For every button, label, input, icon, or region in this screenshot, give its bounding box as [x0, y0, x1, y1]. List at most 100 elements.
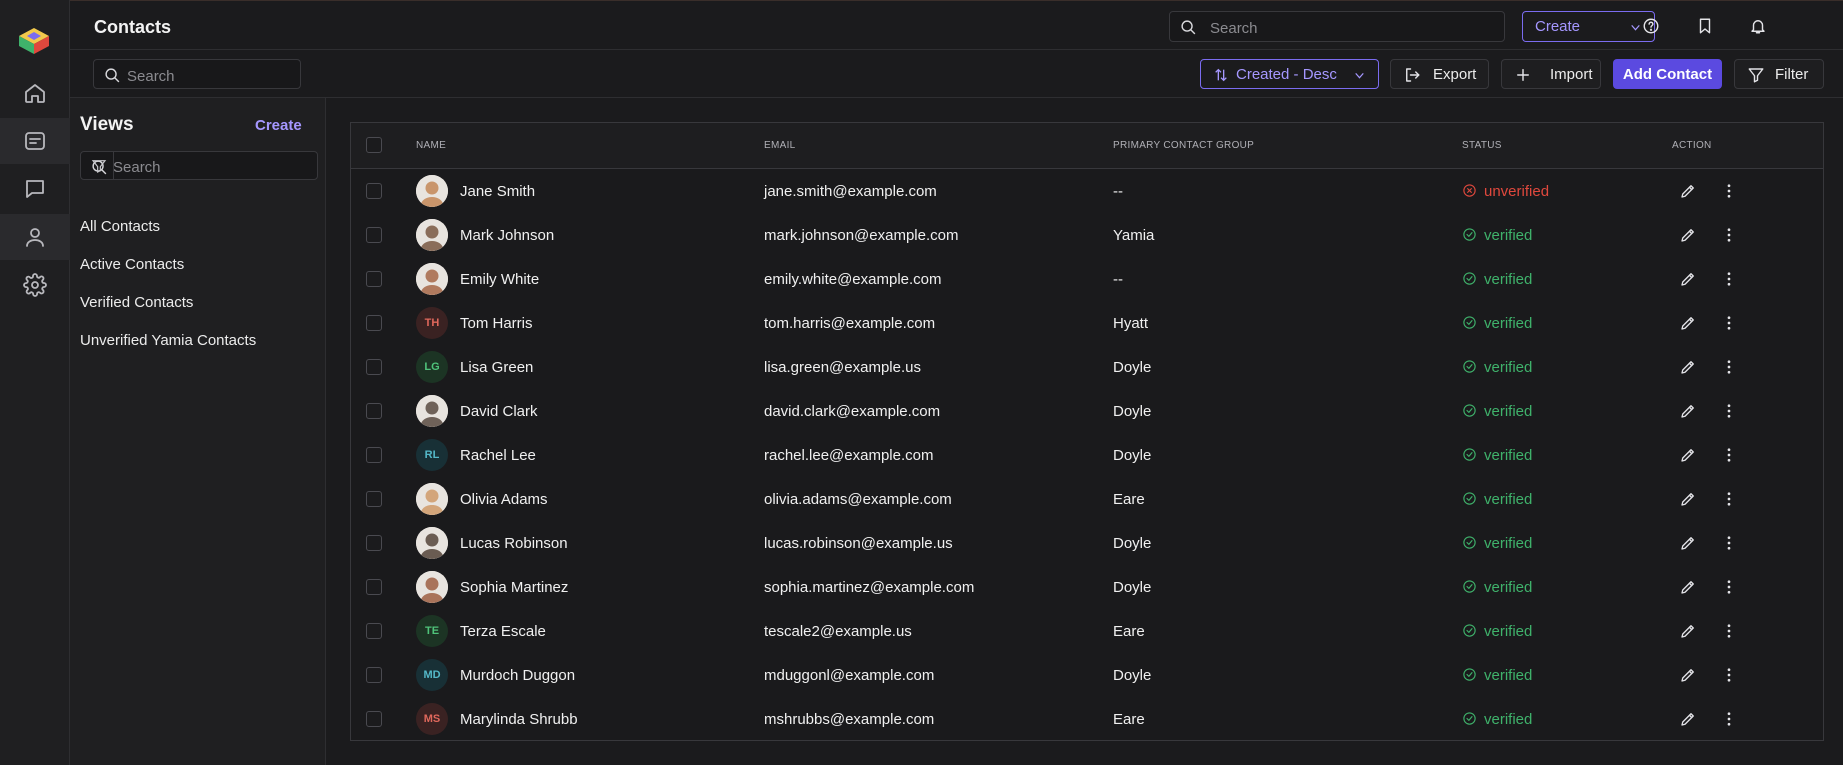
notifications-button[interactable]: [1746, 14, 1770, 38]
nav-notes[interactable]: [0, 118, 70, 164]
more-actions-button[interactable]: [1720, 534, 1738, 552]
column-header-status[interactable]: STATUS: [1462, 140, 1502, 151]
column-header-name[interactable]: NAME: [416, 140, 446, 151]
edit-button[interactable]: [1679, 226, 1697, 244]
more-actions-button[interactable]: [1720, 490, 1738, 508]
nav-settings[interactable]: [0, 262, 70, 308]
more-actions-button[interactable]: [1720, 446, 1738, 464]
edit-button[interactable]: [1679, 490, 1697, 508]
edit-button[interactable]: [1679, 402, 1697, 420]
more-actions-button[interactable]: [1720, 666, 1738, 684]
contact-name[interactable]: Sophia Martinez: [460, 579, 568, 596]
nav-home[interactable]: [0, 70, 70, 116]
contact-name[interactable]: Marylinda Shrubb: [460, 711, 578, 728]
table-row[interactable]: Emily White emily.white@example.com -- veri…: [351, 257, 1823, 301]
contact-name[interactable]: David Clark: [460, 403, 538, 420]
table-row[interactable]: TH Tom Harris tom.harris@example.com Hyatt v…: [351, 301, 1823, 345]
import-button[interactable]: Import: [1501, 59, 1601, 89]
contact-name[interactable]: Lucas Robinson: [460, 535, 568, 552]
views-search-input[interactable]: Search: [80, 151, 318, 180]
view-item-all-contacts[interactable]: All Contacts: [80, 218, 160, 235]
avatar: [416, 483, 448, 515]
row-checkbox[interactable]: [366, 667, 382, 683]
more-actions-button[interactable]: [1720, 622, 1738, 640]
nav-messages[interactable]: [0, 166, 70, 212]
more-actions-button[interactable]: [1720, 710, 1738, 728]
row-checkbox[interactable]: [366, 447, 382, 463]
edit-button[interactable]: [1679, 534, 1697, 552]
more-actions-button[interactable]: [1720, 314, 1738, 332]
view-item-verified-contacts[interactable]: Verified Contacts: [80, 294, 193, 311]
table-row[interactable]: Olivia Adams olivia.adams@example.com Eare…: [351, 477, 1823, 521]
more-actions-button[interactable]: [1720, 182, 1738, 200]
row-checkbox[interactable]: [366, 579, 382, 595]
contact-name[interactable]: Rachel Lee: [460, 447, 536, 464]
table-row[interactable]: MD Murdoch Duggon mduggonl@example.com Doyl…: [351, 653, 1823, 697]
help-button[interactable]: [1639, 14, 1663, 38]
create-dropdown-button[interactable]: Create: [1522, 11, 1655, 42]
contact-name[interactable]: Emily White: [460, 271, 539, 288]
edit-button[interactable]: [1679, 578, 1697, 596]
edit-button[interactable]: [1679, 314, 1697, 332]
sort-dropdown-button[interactable]: Created - Desc: [1200, 59, 1379, 89]
more-actions-button[interactable]: [1720, 270, 1738, 288]
contact-name[interactable]: Jane Smith: [460, 183, 535, 200]
table-row[interactable]: Sophia Martinez sophia.martinez@example.c…: [351, 565, 1823, 609]
more-vertical-icon: [1727, 316, 1731, 330]
more-actions-button[interactable]: [1720, 358, 1738, 376]
filter-icon[interactable]: [91, 158, 107, 174]
more-actions-button[interactable]: [1720, 226, 1738, 244]
contact-name[interactable]: Mark Johnson: [460, 227, 554, 244]
row-checkbox[interactable]: [366, 623, 382, 639]
table-row[interactable]: RL Rachel Lee rachel.lee@example.com Doyle v…: [351, 433, 1823, 477]
column-header-email[interactable]: EMAIL: [764, 140, 796, 151]
row-checkbox[interactable]: [366, 227, 382, 243]
table-row[interactable]: David Clark david.clark@example.com Doyle v…: [351, 389, 1823, 433]
column-header-group[interactable]: PRIMARY CONTACT GROUP: [1113, 140, 1254, 151]
contacts-search-input[interactable]: Search: [93, 59, 301, 89]
bookmark-button[interactable]: [1693, 14, 1717, 38]
row-checkbox[interactable]: [366, 315, 382, 331]
edit-button[interactable]: [1679, 710, 1697, 728]
more-actions-button[interactable]: [1720, 578, 1738, 596]
edit-button[interactable]: [1679, 270, 1697, 288]
edit-button[interactable]: [1679, 666, 1697, 684]
table-row[interactable]: Jane Smith jane.smith@example.com -- unveri…: [351, 169, 1823, 213]
contact-name[interactable]: Terza Escale: [460, 623, 546, 640]
create-view-link[interactable]: Create: [255, 117, 302, 134]
table-row[interactable]: TE Terza Escale tescale2@example.us Eare ver…: [351, 609, 1823, 653]
edit-button[interactable]: [1679, 358, 1697, 376]
table-row[interactable]: MS Marylinda Shrubb mshrubbs@example.com Ea…: [351, 697, 1823, 741]
row-checkbox[interactable]: [366, 359, 382, 375]
row-checkbox[interactable]: [366, 183, 382, 199]
edit-button[interactable]: [1679, 182, 1697, 200]
select-all-checkbox[interactable]: [366, 137, 382, 153]
contact-name[interactable]: Olivia Adams: [460, 491, 548, 508]
contact-name[interactable]: Lisa Green: [460, 359, 533, 376]
table-row[interactable]: Lucas Robinson lucas.robinson@example.us D…: [351, 521, 1823, 565]
row-checkbox[interactable]: [366, 491, 382, 507]
edit-button[interactable]: [1679, 446, 1697, 464]
more-actions-button[interactable]: [1720, 402, 1738, 420]
row-checkbox[interactable]: [366, 271, 382, 287]
row-checkbox[interactable]: [366, 403, 382, 419]
export-button[interactable]: Export: [1390, 59, 1489, 89]
view-item-unverified-yamia-contacts[interactable]: Unverified Yamia Contacts: [80, 332, 256, 349]
chevron-down-icon: [1355, 72, 1364, 79]
add-contact-button[interactable]: Add Contact: [1613, 59, 1722, 89]
app-logo-icon[interactable]: [17, 26, 51, 56]
global-search-input[interactable]: Search: [1169, 11, 1505, 42]
more-vertical-icon: [1727, 492, 1731, 506]
view-item-active-contacts[interactable]: Active Contacts: [80, 256, 184, 273]
contact-name[interactable]: Murdoch Duggon: [460, 667, 575, 684]
row-checkbox[interactable]: [366, 535, 382, 551]
contact-name[interactable]: Tom Harris: [460, 315, 533, 332]
table-row[interactable]: Mark Johnson mark.johnson@example.com Yami…: [351, 213, 1823, 257]
contact-group: Doyle: [1113, 667, 1152, 684]
nav-contacts[interactable]: [0, 214, 70, 260]
edit-button[interactable]: [1679, 622, 1697, 640]
table-row[interactable]: LG Lisa Green lisa.green@example.us Doyle ve…: [351, 345, 1823, 389]
row-checkbox[interactable]: [366, 711, 382, 727]
avatar: LG: [416, 351, 448, 383]
filter-button[interactable]: Filter: [1734, 59, 1824, 89]
